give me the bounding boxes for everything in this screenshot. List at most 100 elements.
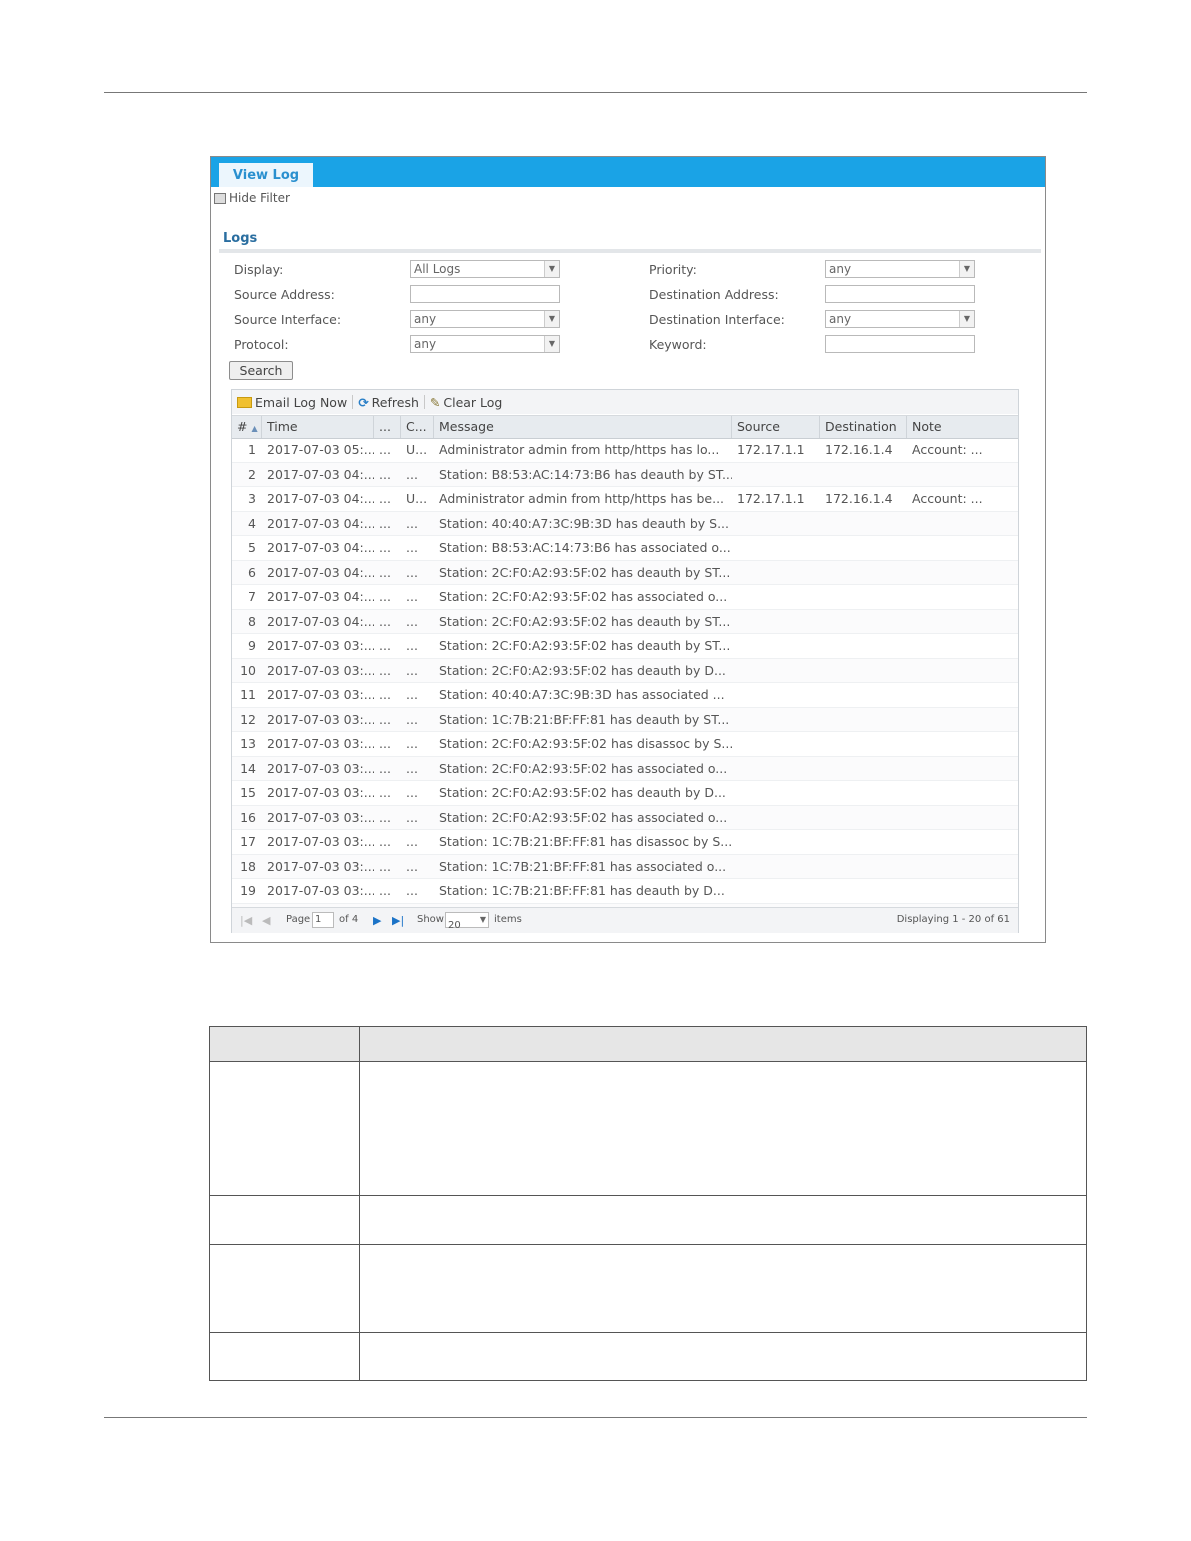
cell-source: [732, 708, 820, 731]
destination-address-input[interactable]: [825, 285, 975, 303]
display-select[interactable]: All Logs ▼: [410, 260, 560, 278]
clear-log-button[interactable]: ✎ Clear Log: [425, 395, 507, 410]
table-row[interactable]: 10 2017-07-03 03:......... Station: 2C:F0:…: [232, 658, 1018, 683]
envelope-icon: [237, 396, 252, 408]
page-number-input[interactable]: 1: [312, 912, 334, 928]
cell-destination: 172.16.1.4: [825, 442, 893, 457]
cell-time: 2017-07-03 03:...: [267, 809, 374, 825]
cell-time: 2017-07-03 03:...: [267, 687, 374, 702]
cell-category: ...: [406, 858, 418, 874]
cell-time: 2017-07-03 03:...: [267, 662, 374, 678]
broom-icon: ✎: [429, 394, 441, 410]
cell-category: ...: [406, 809, 418, 825]
cell-number: 1: [248, 442, 256, 457]
cell-time: 2017-07-03 05:...: [267, 442, 374, 457]
cell-level: ...: [379, 858, 391, 874]
column-header-source[interactable]: Source: [732, 416, 820, 438]
column-header-level[interactable]: ...: [374, 416, 401, 438]
table-row[interactable]: 18 2017-07-03 03:......... Station: 1C:7B:…: [232, 854, 1018, 879]
next-page-icon[interactable]: ▶: [373, 914, 381, 927]
table-row[interactable]: 4 2017-07-03 04:......... Station: 40:40:A…: [232, 511, 1018, 536]
previous-page-icon[interactable]: ◀: [262, 914, 270, 927]
cell-message: Station: 40:40:A7:3C:9B:3D has associate…: [439, 687, 725, 702]
cell-category: U...: [406, 442, 428, 457]
table-row[interactable]: 11 2017-07-03 03:......... Station: 40:40:…: [232, 683, 1018, 708]
cell-time: 2017-07-03 03:...: [267, 883, 374, 898]
cell-destination: [820, 634, 907, 657]
email-log-now-button[interactable]: Email Log Now: [232, 395, 352, 410]
cell-number: 13: [240, 736, 256, 751]
table-row: [209, 1244, 1087, 1333]
column-header-time[interactable]: Time: [262, 416, 374, 438]
cell-message: Station: 2C:F0:A2:93:5F:02 has associate…: [439, 809, 728, 825]
field-description-table: [209, 1026, 1087, 1381]
column-header-category[interactable]: C...: [401, 416, 434, 438]
table-row[interactable]: 13 2017-07-03 03:......... Station: 2C:F0:…: [232, 732, 1018, 757]
cell-destination: [820, 708, 907, 731]
first-page-icon[interactable]: |◀: [240, 914, 252, 927]
cell-level: ...: [379, 834, 391, 849]
source-interface-value: any: [414, 312, 437, 326]
cell-source: [732, 757, 820, 780]
cell-number: 11: [240, 687, 256, 702]
source-interface-select[interactable]: any ▼: [410, 310, 560, 328]
column-header-number[interactable]: # ▲: [232, 416, 262, 438]
display-select-value: All Logs: [414, 262, 461, 276]
keyword-input[interactable]: [825, 335, 975, 353]
table-row[interactable]: 3 2017-07-03 04:...... U... Administrator a…: [232, 487, 1018, 512]
table-row[interactable]: 9 2017-07-03 03:......... Station: 2C:F0:A…: [232, 634, 1018, 659]
column-header-message[interactable]: Message: [434, 416, 732, 438]
table-row[interactable]: 14 2017-07-03 03:......... Station: 2C:F0:…: [232, 756, 1018, 781]
last-page-icon[interactable]: ▶|: [392, 914, 404, 927]
cell-source: [732, 634, 820, 657]
cell-source: [732, 512, 820, 535]
search-button[interactable]: Search: [229, 361, 293, 380]
destination-interface-select[interactable]: any ▼: [825, 310, 975, 328]
cell-source: [732, 610, 820, 633]
cell-number: 19: [240, 883, 256, 898]
cell-time: 2017-07-03 04:...: [267, 491, 374, 506]
table-row[interactable]: 7 2017-07-03 04:......... Station: 2C:F0:A…: [232, 585, 1018, 610]
destination-address-label: Destination Address:: [649, 287, 779, 302]
log-toolbar: Email Log Now ⟳ Refresh ✎ Clear Log: [232, 390, 1018, 414]
priority-select[interactable]: any ▼: [825, 260, 975, 278]
source-interface-label: Source Interface:: [234, 312, 342, 327]
table-row[interactable]: 12 2017-07-03 03:......... Station: 1C:7B:…: [232, 707, 1018, 732]
cell-message: Station: 1C:7B:21:BF:FF:81 has disassoc …: [439, 834, 732, 849]
table-row[interactable]: 6 2017-07-03 04:......... Station: 2C:F0:A…: [232, 560, 1018, 585]
cell-time: 2017-07-03 04:...: [267, 613, 374, 629]
refresh-button[interactable]: ⟳ Refresh: [353, 395, 424, 410]
page-size-select[interactable]: 20 ▼: [445, 912, 489, 931]
page-count-label: of 4: [339, 914, 359, 925]
chevron-down-icon: ▼: [544, 311, 559, 327]
table-header-cell: [359, 1026, 1087, 1062]
table-row[interactable]: 5 2017-07-03 04:......... Station: B8:53:A…: [232, 536, 1018, 561]
table-row[interactable]: 15 2017-07-03 03:......... Station: 2C:F0:…: [232, 781, 1018, 806]
table-row[interactable]: 1 2017-07-03 05:...... U... Administrator a…: [232, 438, 1018, 463]
cell-source: [732, 732, 820, 755]
cell-time: 2017-07-03 04:...: [267, 589, 374, 604]
cell-source: [732, 806, 820, 829]
cell-source: [732, 561, 820, 584]
cell-category: ...: [406, 736, 418, 751]
source-address-input[interactable]: [410, 285, 560, 303]
table-row: [209, 1195, 1087, 1245]
table-row[interactable]: 8 2017-07-03 04:......... Station: 2C:F0:A…: [232, 609, 1018, 634]
tab-view-log[interactable]: View Log: [219, 163, 313, 187]
table-row: [209, 1061, 1087, 1196]
column-header-note[interactable]: Note: [907, 416, 1018, 438]
protocol-select[interactable]: any ▼: [410, 335, 560, 353]
cell-note: Account: ...: [912, 491, 983, 506]
table-row[interactable]: 16 2017-07-03 03:......... Station: 2C:F0:…: [232, 805, 1018, 830]
cell-category: ...: [406, 515, 418, 531]
table-cell: [209, 1061, 360, 1196]
tab-bar: View Log: [211, 157, 1045, 187]
table-row[interactable]: 2 2017-07-03 04:......... Station: B8:53:A…: [232, 462, 1018, 487]
hide-filter-toggle[interactable]: Hide Filter: [214, 191, 290, 205]
column-header-destination[interactable]: Destination: [820, 416, 907, 438]
table-row[interactable]: 17 2017-07-03 03:......... Station: 1C:7B:…: [232, 830, 1018, 855]
cell-message: Station: 2C:F0:A2:93:5F:02 has disassoc …: [439, 736, 732, 751]
chevron-down-icon: ▼: [479, 915, 486, 924]
cell-level: ...: [379, 589, 391, 604]
table-row[interactable]: 19 2017-07-03 03:......... Station: 1C:7B:…: [232, 879, 1018, 904]
